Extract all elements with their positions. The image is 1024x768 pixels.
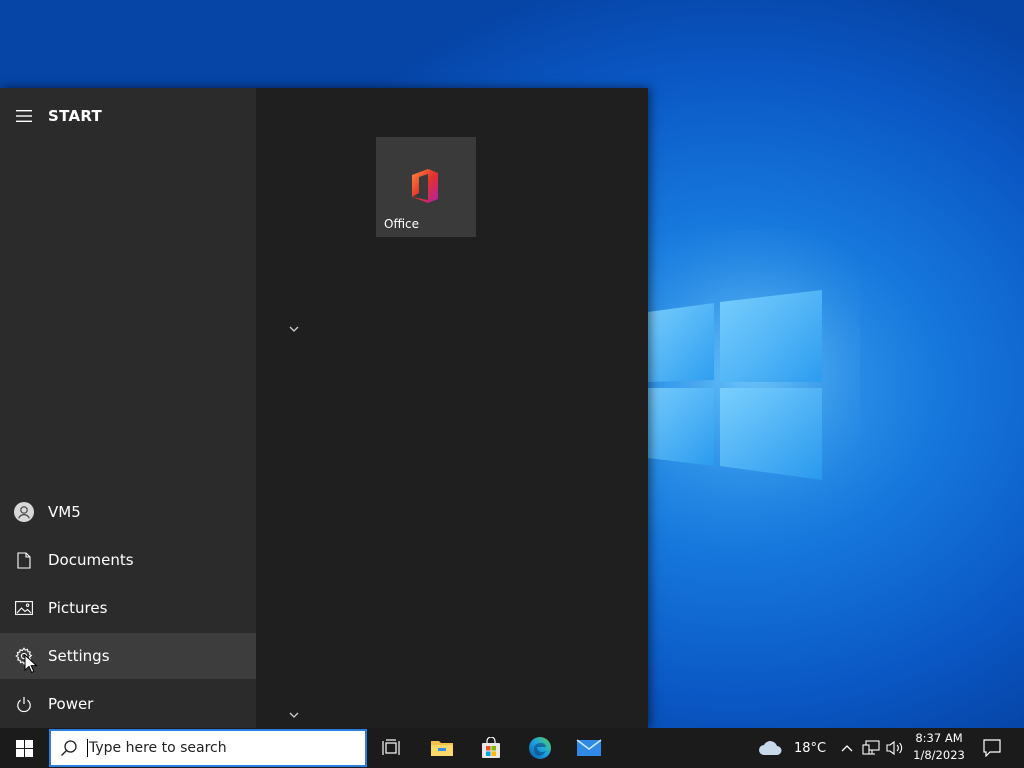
start-menu-rail: START VM5 Documents Pictures Settings Po… bbox=[0, 88, 256, 728]
power-icon bbox=[0, 681, 48, 727]
clock-date: 1/8/2023 bbox=[913, 748, 965, 762]
task-view-button[interactable] bbox=[371, 728, 413, 768]
power-label: Power bbox=[48, 695, 94, 713]
office-tile[interactable]: Office bbox=[376, 137, 476, 237]
network-icon bbox=[862, 740, 880, 755]
chevron-up-icon bbox=[841, 745, 853, 752]
start-menu: START VM5 Documents Pictures Settings Po… bbox=[0, 88, 648, 728]
microsoft-store-icon bbox=[482, 737, 500, 758]
avatar bbox=[0, 489, 48, 535]
action-center-button[interactable] bbox=[974, 728, 1010, 768]
chevron-down-icon[interactable] bbox=[287, 710, 301, 720]
clock-time: 8:37 AM bbox=[915, 731, 963, 745]
expand-menu-button[interactable]: START bbox=[0, 93, 256, 139]
document-icon bbox=[0, 537, 48, 583]
clock[interactable]: 8:37 AM 1/8/2023 bbox=[908, 730, 970, 764]
mail-button[interactable] bbox=[567, 728, 611, 768]
speaker-icon bbox=[886, 740, 903, 756]
mail-icon bbox=[576, 739, 602, 756]
volume-button[interactable] bbox=[884, 728, 906, 768]
task-view-icon bbox=[382, 739, 400, 755]
user-name: VM5 bbox=[48, 503, 81, 521]
office-icon bbox=[412, 169, 438, 203]
user-account-button[interactable]: VM5 bbox=[0, 489, 256, 535]
settings-button[interactable]: Settings bbox=[0, 633, 256, 679]
windows-icon bbox=[15, 739, 33, 757]
notification-icon bbox=[983, 739, 1001, 757]
show-hidden-icons-button[interactable] bbox=[838, 728, 856, 768]
weather-widget[interactable]: 18°C bbox=[758, 728, 838, 768]
search-placeholder: Type here to search bbox=[89, 740, 227, 756]
pictures-button[interactable]: Pictures bbox=[0, 585, 256, 631]
hamburger-icon bbox=[0, 93, 48, 139]
chevron-down-icon[interactable] bbox=[287, 324, 301, 334]
mouse-cursor bbox=[24, 654, 38, 674]
office-tile-label: Office bbox=[384, 217, 420, 231]
start-title: START bbox=[48, 107, 103, 125]
documents-button[interactable]: Documents bbox=[0, 537, 256, 583]
taskbar: Type here to search 18°C 8:37 AM 1/8/202… bbox=[0, 728, 1024, 768]
network-button[interactable] bbox=[860, 728, 882, 768]
power-button[interactable]: Power bbox=[0, 681, 256, 727]
cloud-icon bbox=[759, 741, 782, 755]
search-input[interactable]: Type here to search bbox=[49, 729, 367, 767]
microsoft-store-button[interactable] bbox=[469, 728, 513, 768]
edge-button[interactable] bbox=[518, 728, 562, 768]
edge-icon bbox=[529, 737, 551, 759]
file-explorer-icon bbox=[431, 741, 453, 756]
search-icon bbox=[51, 739, 87, 757]
file-explorer-button[interactable] bbox=[420, 728, 464, 768]
pictures-icon bbox=[0, 585, 48, 631]
weather-temperature: 18°C bbox=[794, 740, 827, 756]
start-button[interactable] bbox=[0, 728, 48, 768]
settings-label: Settings bbox=[48, 647, 110, 665]
documents-label: Documents bbox=[48, 551, 134, 569]
text-caret bbox=[87, 739, 88, 757]
pictures-label: Pictures bbox=[48, 599, 108, 617]
